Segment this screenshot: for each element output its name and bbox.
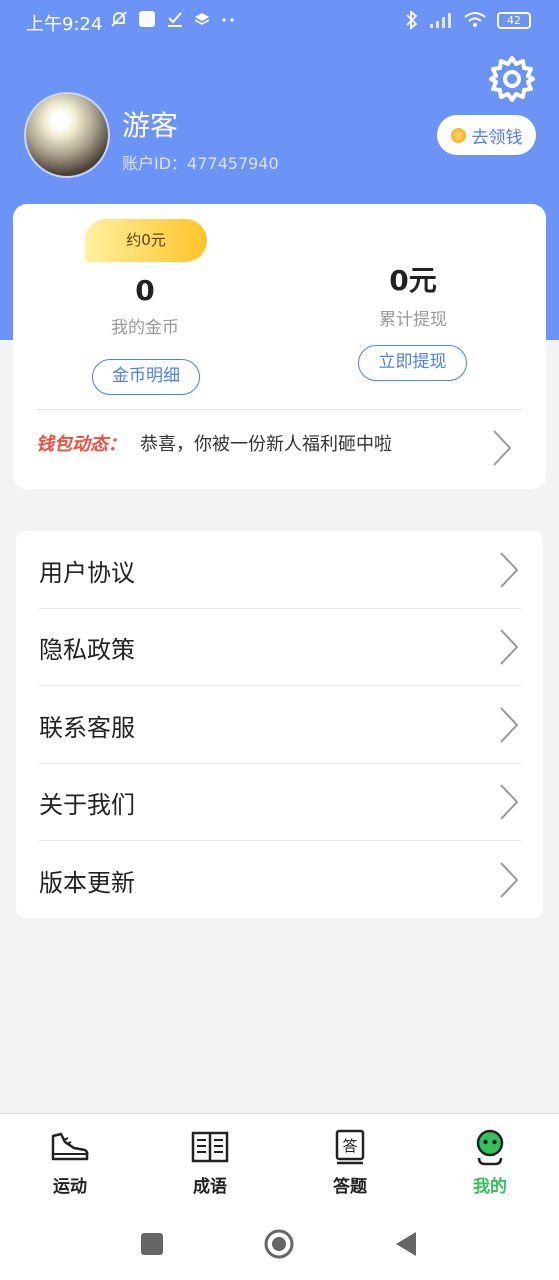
coin-detail-button[interactable]: 金币明细 [92,359,200,395]
back-icon[interactable] [394,1231,418,1257]
username: 游客 [122,109,179,142]
status-bar: 上午9:24 42 [0,0,559,44]
settings-menu: 用户协议 隐私政策 联系客服 关于我们 版本更新 [16,531,543,918]
more-dots-icon [222,18,234,22]
divider [36,409,523,410]
gear-icon[interactable] [488,55,536,103]
status-time: 上午9:24 [26,14,103,35]
sneaker-icon [51,1132,89,1161]
status-system-icons: 42 [405,10,531,30]
account-id-label: 账户ID： [122,154,188,173]
withdrawn-label: 累计提现 [379,310,447,330]
menu-item-label: 关于我们 [39,791,135,819]
svg-text:答: 答 [342,1137,357,1155]
tab-idioms[interactable]: 成语 [140,1114,280,1206]
menu-item-privacy-policy[interactable]: 隐私政策 [16,608,543,686]
go-get-money-button[interactable]: 去领钱 [437,115,536,155]
system-navigation-bar [0,1205,559,1280]
coin-icon [450,127,466,143]
chevron-right-icon [500,784,519,820]
open-book-icon [191,1131,229,1163]
muted-bell-icon [111,11,127,27]
chevron-right-icon [500,862,519,898]
tab-mine[interactable]: 我的 [420,1114,559,1206]
tab-label: 运动 [53,1177,87,1197]
coins-stat: 0 我的金币 [75,274,215,338]
go-get-money-label: 去领钱 [471,127,523,148]
chevron-right-icon [500,552,519,588]
menu-item-version-update[interactable]: 版本更新 [16,841,543,919]
avatar[interactable] [24,92,110,178]
menu-item-contact-support[interactable]: 联系客服 [16,686,543,764]
tab-label: 我的 [473,1177,507,1197]
menu-item-label: 联系客服 [39,714,135,742]
bluetooth-icon [406,10,418,30]
menu-item-user-agreement[interactable]: 用户协议 [16,531,543,609]
menu-item-label: 版本更新 [39,869,135,897]
chevron-right-icon [500,629,519,665]
approx-amount-badge: 约0元 [85,219,207,262]
withdrawn-value: 0元 [389,264,437,297]
menu-item-about-us[interactable]: 关于我们 [16,763,543,841]
withdrawn-stat: 0元 累计提现 [343,259,483,330]
tab-label: 答题 [333,1177,367,1197]
menu-item-label: 用户协议 [39,559,135,587]
tab-exercise[interactable]: 运动 [0,1114,140,1206]
coins-label: 我的金币 [111,318,179,338]
wallet-news-text: 恭喜，你被一份新人福利砸中啦 [140,434,392,455]
battery-icon: 42 [497,11,531,29]
answer-book-icon: 答 [335,1129,365,1165]
bottom-tab-bar: 运动 成语 答 答题 我的 [0,1113,559,1205]
layers-icon [194,13,210,25]
home-icon[interactable] [263,1228,295,1260]
wifi-icon [464,12,486,27]
status-notification-icons [110,10,236,28]
profile-face-icon [476,1129,504,1166]
chevron-right-icon [500,707,519,743]
wallet-news-row[interactable]: 钱包动态： 恭喜，你被一份新人福利砸中啦 [36,430,392,456]
menu-item-label: 隐私政策 [39,636,135,664]
chevron-right-icon[interactable] [491,428,513,468]
account-id-value: 477457940 [187,154,279,173]
app-notification-icon [139,11,155,27]
recent-apps-icon[interactable] [140,1232,164,1256]
coins-value: 0 [135,274,155,307]
withdraw-now-button[interactable]: 立即提现 [358,345,467,381]
wallet-news-title: 钱包动态： [36,434,126,455]
tab-label: 成语 [193,1177,227,1197]
download-done-icon [168,12,182,27]
tab-quiz[interactable]: 答 答题 [280,1114,420,1206]
signal-icon [430,13,451,28]
account-id-row: 账户ID：477457940 [122,150,279,174]
wallet-card: 约0元 0 我的金币 金币明细 0元 累计提现 立即提现 钱包动态： 恭喜，你被… [13,204,546,489]
